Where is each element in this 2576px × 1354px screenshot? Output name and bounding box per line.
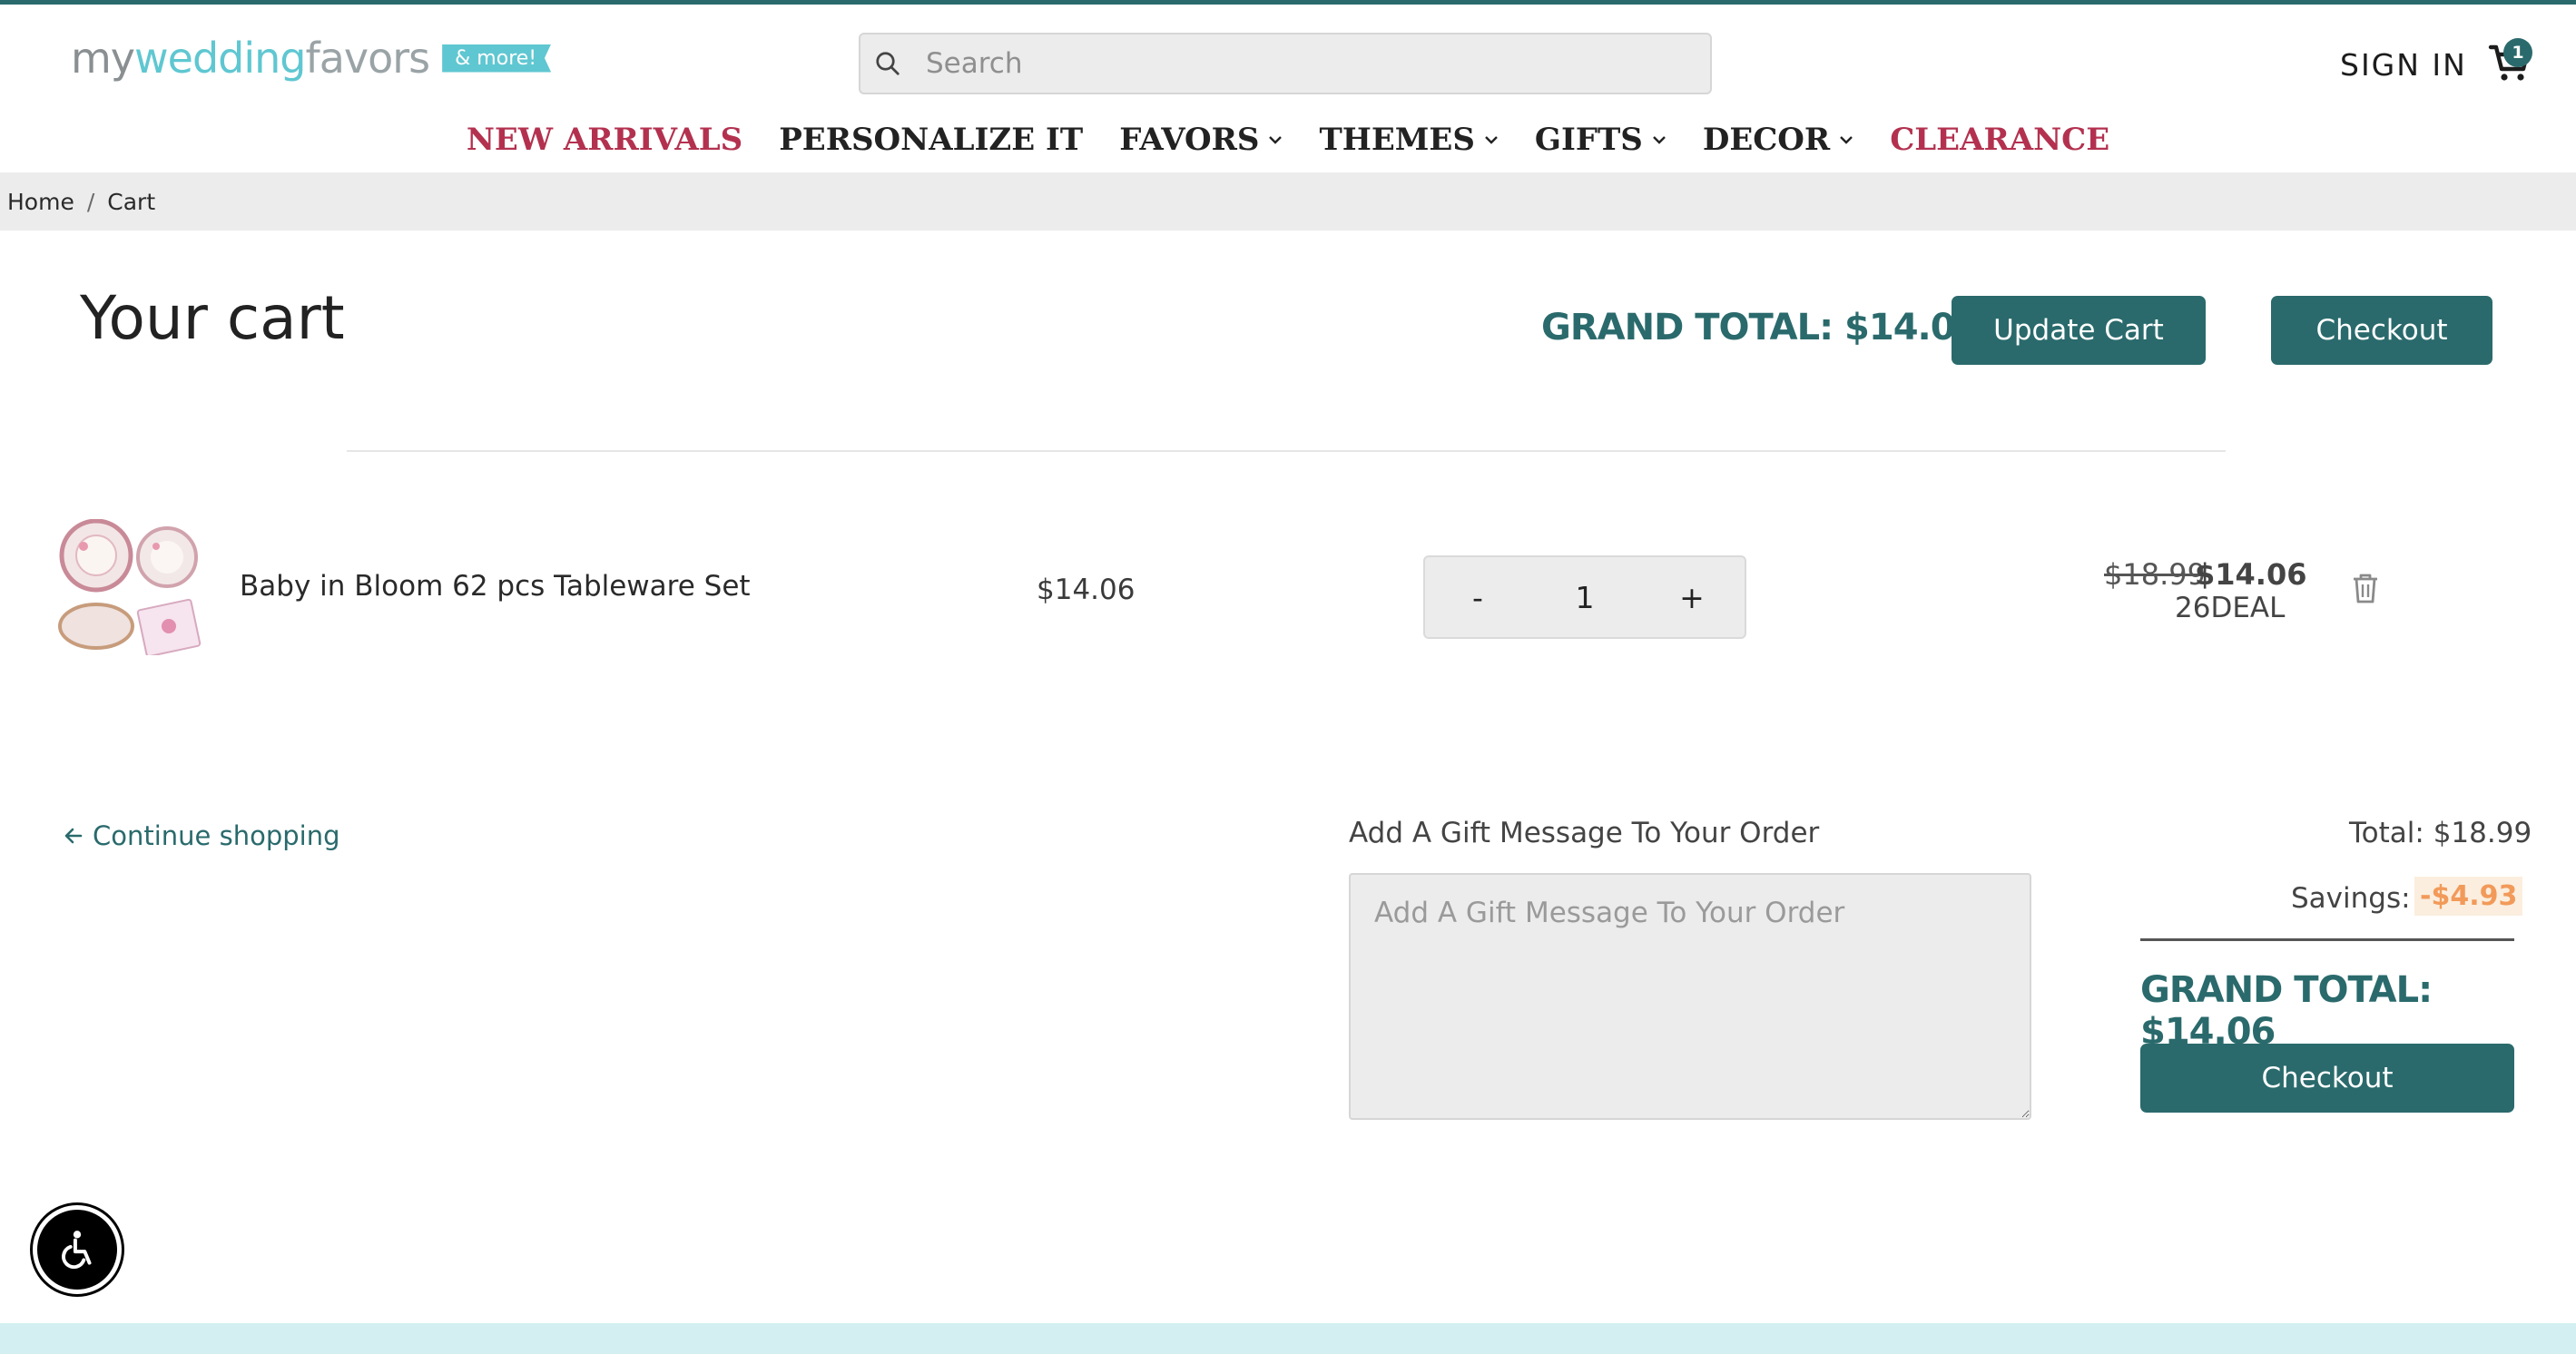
logo-text-wedding: wedding	[134, 34, 306, 83]
product-unit-price: $14.06	[1037, 574, 1136, 606]
breadcrumb-current: Cart	[107, 189, 156, 215]
chevron-down-icon	[1269, 136, 1283, 144]
summary-divider	[2140, 938, 2514, 941]
quantity-decrease-button[interactable]: -	[1461, 580, 1494, 615]
nav-item-label: GIFTS	[1534, 122, 1643, 158]
nav-item-label: PERSONALIZE IT	[779, 122, 1084, 158]
top-accent-strip	[0, 0, 2576, 5]
savings-value: -$4.93	[2414, 877, 2523, 916]
savings-label: Savings:	[2291, 882, 2411, 915]
site-logo[interactable]: myweddingfavors & more!	[71, 31, 552, 85]
search-icon[interactable]	[860, 50, 915, 77]
order-total: Total: $18.99	[2349, 817, 2532, 849]
product-name[interactable]: Baby in Bloom 62 pcs Tableware Set	[240, 570, 751, 603]
nav-item-label: CLEARANCE	[1890, 122, 2110, 158]
nav-item-themes[interactable]: THEMES	[1301, 122, 1516, 158]
update-cart-button[interactable]: Update Cart	[1952, 296, 2206, 365]
nav-item-personalize-it[interactable]: PERSONALIZE IT	[761, 122, 1101, 158]
footer-strip	[0, 1323, 2576, 1354]
nav-item-label: NEW ARRIVALS	[466, 122, 743, 158]
breadcrumb-home[interactable]: Home	[7, 189, 74, 215]
nav-item-decor[interactable]: DECOR	[1685, 122, 1872, 158]
product-thumbnail[interactable]	[56, 518, 205, 658]
quantity-increase-button[interactable]: +	[1676, 580, 1708, 615]
continue-shopping-label: Continue shopping	[93, 820, 340, 851]
breadcrumb-separator: /	[86, 189, 95, 215]
search-input[interactable]	[915, 46, 1710, 81]
grand-total-top: GRAND TOTAL: $14.06	[1541, 307, 1980, 348]
breadcrumb-bar	[0, 172, 2576, 231]
discounted-price: $14.06	[2195, 557, 2307, 592]
cart-count-badge: 1	[2503, 38, 2532, 67]
chevron-down-icon	[1652, 136, 1666, 144]
grand-total-bottom: GRAND TOTAL: $14.06	[2140, 969, 2433, 1053]
page-title: Your cart	[80, 283, 345, 353]
gift-message-field[interactable]	[1349, 873, 2031, 1120]
trash-icon[interactable]	[2351, 572, 2380, 604]
arrow-left-icon	[64, 828, 83, 844]
discount-code: 26DEAL	[2175, 592, 2286, 624]
continue-shopping-link[interactable]: Continue shopping	[64, 820, 340, 851]
accessibility-button[interactable]	[33, 1205, 122, 1294]
logo-text-my: my	[71, 34, 135, 83]
chevron-down-icon	[1840, 136, 1853, 144]
checkout-button-top[interactable]: Checkout	[2271, 296, 2492, 365]
nav-item-label: DECOR	[1702, 122, 1831, 158]
logo-badge: & more!	[442, 44, 552, 73]
quantity-stepper: - 1 +	[1423, 555, 1746, 639]
nav-item-clearance[interactable]: CLEARANCE	[1872, 122, 2128, 158]
gift-message-label: Add A Gift Message To Your Order	[1349, 817, 1820, 849]
nav-item-favors[interactable]: FAVORS	[1101, 122, 1301, 158]
accessibility-icon	[62, 1231, 92, 1270]
checkout-button-bottom[interactable]: Checkout	[2140, 1044, 2514, 1113]
chevron-down-icon	[1485, 136, 1498, 144]
nav-item-label: FAVORS	[1119, 122, 1260, 158]
nav-item-new-arrivals[interactable]: NEW ARRIVALS	[448, 122, 761, 158]
original-price: $18.99	[2104, 557, 2206, 592]
nav-item-label: THEMES	[1319, 122, 1475, 158]
cart-divider	[347, 450, 2226, 452]
sign-in-link[interactable]: SIGN IN	[2340, 47, 2467, 83]
breadcrumb: Home / Cart	[7, 189, 155, 215]
main-nav: NEW ARRIVALS PERSONALIZE IT FAVORS THEME…	[0, 122, 2576, 158]
nav-item-gifts[interactable]: GIFTS	[1517, 122, 1685, 158]
search-bar[interactable]	[859, 33, 1712, 94]
quantity-value[interactable]: 1	[1576, 580, 1595, 615]
logo-text-favors: favors	[305, 34, 431, 83]
